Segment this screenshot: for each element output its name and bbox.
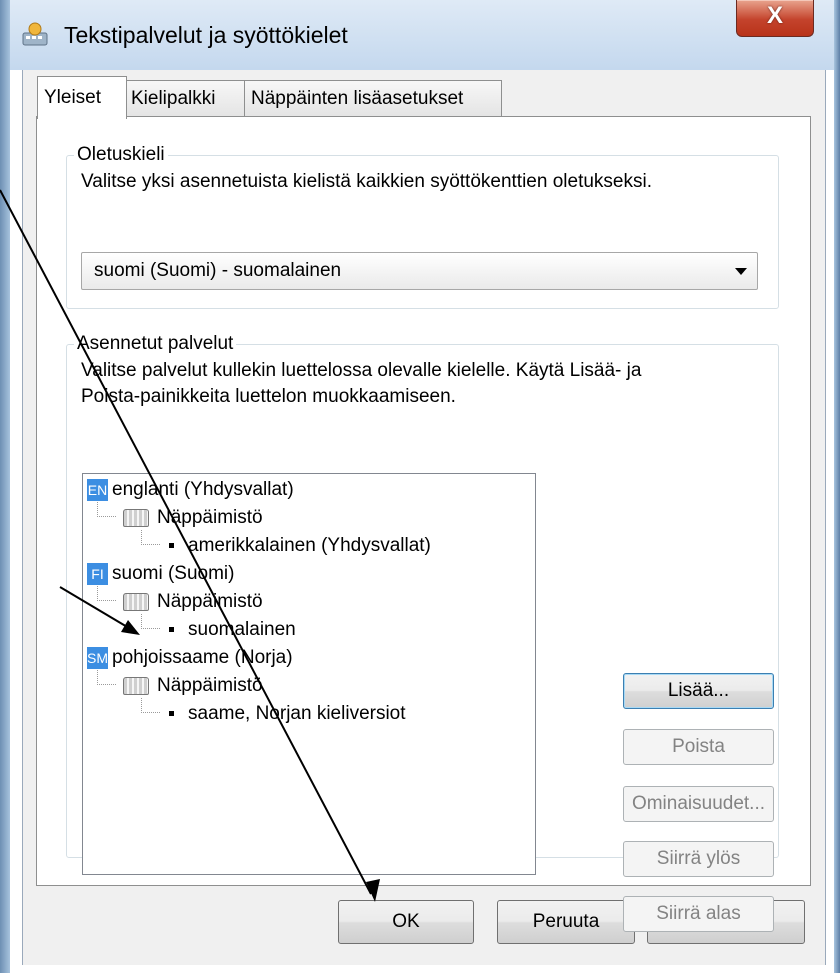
window-title: Tekstipalvelut ja syöttökielet bbox=[64, 22, 348, 48]
add-button[interactable]: Lisää... bbox=[623, 673, 774, 709]
layout-label: amerikkalainen (Yhdysvallat) bbox=[188, 535, 431, 556]
category-label: Näppäimistö bbox=[157, 675, 263, 696]
tab-nappainten-lisaasetukset[interactable]: Näppäinten lisäasetukset bbox=[244, 80, 502, 117]
group-title-oletuskieli: Oletuskieli bbox=[74, 144, 168, 166]
tree-item-language-sm[interactable]: SM pohjoissaame (Norja) bbox=[87, 644, 293, 672]
installed-services-tree[interactable]: EN englanti (Yhdysvallat) Näppäimistö ame… bbox=[82, 473, 536, 875]
tree-item-keyboard-category[interactable]: Näppäimistö bbox=[123, 588, 263, 616]
bullet-icon bbox=[169, 711, 174, 717]
tree-item-keyboard-layout[interactable]: saame, Norjan kieliversiot bbox=[169, 700, 406, 728]
tree-connector-line bbox=[97, 586, 116, 601]
move-down-button[interactable]: Siirrä alas bbox=[623, 896, 774, 932]
category-label: Näppäimistö bbox=[157, 507, 263, 528]
tab-yleiset[interactable]: Yleiset bbox=[37, 76, 127, 119]
tree-item-language-en[interactable]: EN englanti (Yhdysvallat) bbox=[87, 476, 294, 504]
tree-connector-line bbox=[141, 698, 160, 713]
properties-button[interactable]: Ominaisuudet... bbox=[623, 786, 774, 822]
title-bar[interactable]: Tekstipalvelut ja syöttökielet X bbox=[10, 0, 834, 70]
close-button[interactable]: X bbox=[736, 0, 814, 37]
language-name: pohjoissaame (Norja) bbox=[112, 647, 293, 668]
window-edge-right bbox=[834, 0, 840, 973]
ok-button[interactable]: OK bbox=[338, 900, 474, 944]
bullet-icon bbox=[169, 543, 174, 549]
installed-services-instruction-line1: Valitse palvelut kullekin luettelossa ol… bbox=[81, 360, 642, 381]
tab-panel-yleiset: Oletuskieli Valitse yksi asennetuista ki… bbox=[36, 116, 811, 932]
category-label: Näppäimistö bbox=[157, 591, 263, 612]
close-icon: X bbox=[766, 2, 783, 29]
layout-label: suomalainen bbox=[188, 619, 296, 640]
tree-item-keyboard-category[interactable]: Näppäimistö bbox=[123, 672, 263, 700]
layout-label: saame, Norjan kieliversiot bbox=[188, 703, 406, 724]
keyboard-icon bbox=[123, 592, 149, 611]
language-badge-en: EN bbox=[87, 478, 108, 501]
dropdown-selected-value: suomi (Suomi) - suomalainen bbox=[94, 260, 342, 281]
chevron-down-icon bbox=[735, 268, 747, 275]
tab-kielipalkki[interactable]: Kielipalkki bbox=[124, 80, 246, 117]
default-language-group: Oletuskieli Valitse yksi asennetuista ki… bbox=[66, 144, 779, 309]
tree-connector-line bbox=[141, 530, 160, 545]
language-name: englanti (Yhdysvallat) bbox=[112, 479, 294, 500]
installed-services-group: Asennetut palvelut Valitse palvelut kull… bbox=[66, 333, 779, 932]
default-language-instruction: Valitse yksi asennetuista kielistä kaikk… bbox=[81, 171, 652, 192]
tree-connector-line bbox=[97, 670, 116, 685]
default-language-dropdown[interactable]: suomi (Suomi) - suomalainen bbox=[81, 252, 758, 290]
keyboard-globe-icon bbox=[22, 22, 48, 46]
tree-item-language-fi[interactable]: FI suomi (Suomi) bbox=[87, 560, 234, 588]
language-badge-fi: FI bbox=[87, 562, 108, 585]
move-up-button[interactable]: Siirrä ylös bbox=[623, 841, 774, 877]
window-edge-left bbox=[0, 0, 10, 973]
remove-button[interactable]: Poista bbox=[623, 729, 774, 765]
keyboard-icon bbox=[123, 508, 149, 527]
tree-item-keyboard-category[interactable]: Näppäimistö bbox=[123, 504, 263, 532]
bullet-icon bbox=[169, 627, 174, 633]
language-name: suomi (Suomi) bbox=[112, 563, 235, 584]
tree-item-keyboard-layout[interactable]: suomalainen bbox=[169, 616, 296, 644]
tree-connector-line bbox=[97, 502, 116, 517]
tree-connector-line bbox=[141, 614, 160, 629]
installed-services-instruction-line2: Poista-painikkeita luettelon muokkaamise… bbox=[81, 386, 456, 407]
tree-item-keyboard-layout[interactable]: amerikkalainen (Yhdysvallat) bbox=[169, 532, 431, 560]
language-badge-sm: SM bbox=[87, 646, 108, 669]
group-title-asennetut-palvelut: Asennetut palvelut bbox=[74, 333, 237, 355]
keyboard-icon bbox=[123, 676, 149, 695]
cancel-button[interactable]: Peruuta bbox=[497, 900, 635, 944]
